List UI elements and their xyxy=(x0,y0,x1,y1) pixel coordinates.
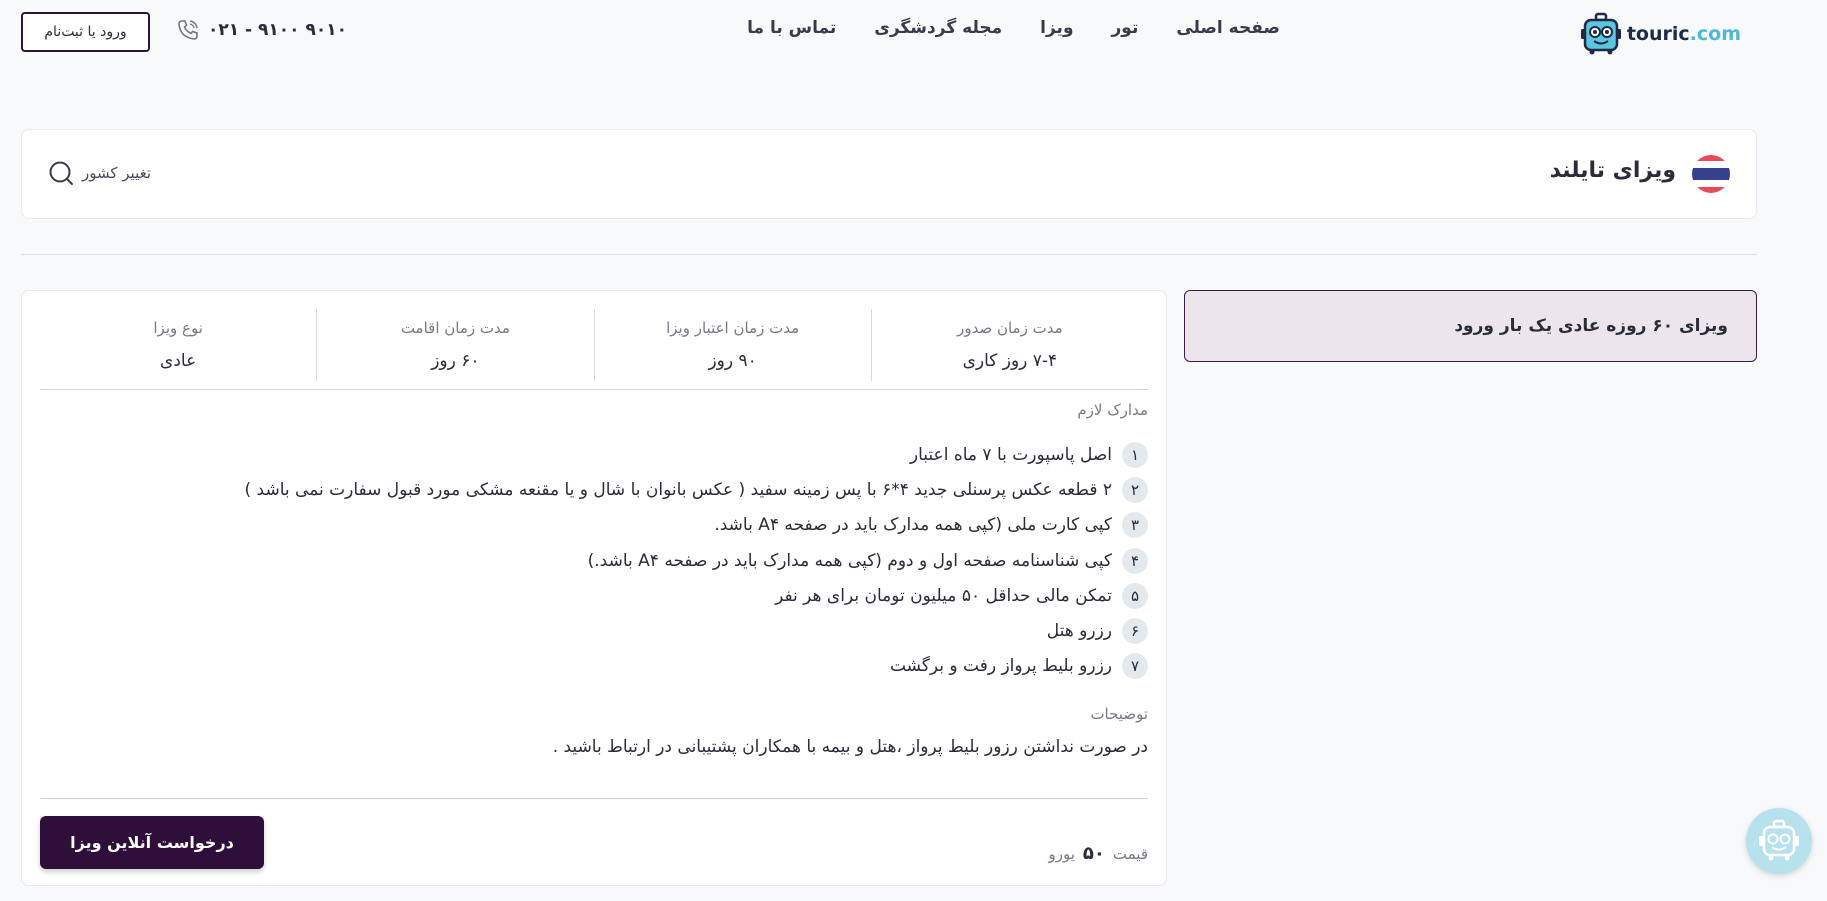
list-item: ۱ اصل پاسپورت با ۷ ماه اعتبار xyxy=(245,437,1148,472)
documents-heading: مدارک لازم xyxy=(1077,401,1148,419)
list-item: ۳ کپی کارت ملی (کپی همه مدارک باید در صفح… xyxy=(245,508,1148,543)
card-divider xyxy=(40,389,1148,390)
stat-stay-duration: مدت زمان اقامت ۶۰ روز xyxy=(317,309,595,381)
change-country-button[interactable]: تغییر کشور xyxy=(48,160,151,186)
item-text: رزرو هتل xyxy=(1046,621,1112,642)
stat-issue-time: مدت زمان صدور ۷-۴ روز کاری xyxy=(872,309,1148,381)
stat-value: عادی xyxy=(160,351,197,371)
item-number: ۲ xyxy=(1122,476,1148,503)
nav-magazine[interactable]: مجله گردشگری xyxy=(874,18,1002,38)
list-item: ۶ رزرو هتل xyxy=(245,613,1148,648)
thailand-flag-icon xyxy=(1692,155,1730,193)
site-header: touric.com صفحه اصلی تور ویزا مجله گردشگ… xyxy=(0,0,1827,66)
stat-visa-type: نوع ویزا عادی xyxy=(40,309,318,381)
item-text: رزرو بلیط پرواز رفت و برگشت xyxy=(889,656,1112,677)
item-number: ۵ xyxy=(1122,582,1148,609)
notes-heading: توضیحات xyxy=(1090,705,1148,723)
nav-contact[interactable]: تماس با ما xyxy=(747,18,836,38)
item-number: ۴ xyxy=(1122,547,1148,574)
notes-text: در صورت نداشتن رزور بلیط پرواز ،هتل و بی… xyxy=(552,737,1148,757)
price-unit: یورو xyxy=(1048,844,1075,863)
price-label: قیمت xyxy=(1112,844,1148,863)
online-visa-request-button[interactable]: درخواست آنلاین ویزا xyxy=(40,816,264,869)
change-country-label: تغییر کشور xyxy=(82,164,152,182)
item-number: ۱ xyxy=(1122,441,1148,468)
search-icon xyxy=(49,161,73,185)
phone-number-text: ۰۲۱ - ۹۱۰۰ ۹۰۱۰ xyxy=(208,20,347,40)
visa-details-card: مدت زمان صدور ۷-۴ روز کاری مدت زمان اعتب… xyxy=(21,290,1167,886)
page-title: ویزای تایلند xyxy=(1549,158,1676,183)
stat-value: ۷-۴ روز کاری xyxy=(962,351,1058,371)
phone-number[interactable]: ۰۲۱ - ۹۱۰۰ ۹۰۱۰ xyxy=(176,18,347,42)
list-item: ۵ تمکن مالی حداقل ۵۰ میلیون تومان برای هر… xyxy=(245,578,1148,613)
item-number: ۷ xyxy=(1122,653,1148,680)
stat-validity: مدت زمان اعتبار ویزا ۹۰ روز xyxy=(595,309,872,381)
visa-stats: مدت زمان صدور ۷-۴ روز کاری مدت زمان اعتب… xyxy=(40,309,1148,381)
section-divider xyxy=(21,254,1757,255)
card-divider xyxy=(40,798,1148,799)
price-display: قیمت ۵۰ یورو xyxy=(1048,843,1148,864)
stat-label: نوع ویزا xyxy=(153,319,203,337)
item-text: ۲ قطعه عکس پرسنلی جدید ۴*۶ با پس زمینه س… xyxy=(244,479,1112,500)
item-text: اصل پاسپورت با ۷ ماه اعتبار xyxy=(909,444,1112,465)
nav-visa[interactable]: ویزا xyxy=(1040,18,1073,38)
phone-icon xyxy=(178,20,198,40)
stat-label: مدت زمان اقامت xyxy=(400,319,510,337)
item-text: تمکن مالی حداقل ۵۰ میلیون تومان برای هر … xyxy=(775,585,1112,606)
login-register-button[interactable]: ورود یا ثبت‌نام xyxy=(21,12,150,52)
list-item: ۴ کپی شناسنامه صفحه اول و دوم (کپی همه مد… xyxy=(245,543,1148,578)
documents-list: ۱ اصل پاسپورت با ۷ ماه اعتبار ۲ ۲ قطعه عکس… xyxy=(245,437,1148,684)
price-value: ۵۰ xyxy=(1082,843,1105,864)
nav-tour[interactable]: تور xyxy=(1112,18,1139,38)
stat-label: مدت زمان اعتبار ویزا xyxy=(666,319,800,337)
stat-value: ۹۰ روز xyxy=(708,351,757,371)
item-text: کپی کارت ملی (کپی همه مدارک باید در صفحه… xyxy=(714,515,1112,536)
item-text: کپی شناسنامه صفحه اول و دوم (کپی همه مدا… xyxy=(587,550,1112,571)
item-number: ۳ xyxy=(1122,512,1148,539)
country-bar: ویزای تایلند تغییر کشور xyxy=(21,129,1757,219)
support-robot-icon xyxy=(1759,819,1799,861)
list-item: ۲ ۲ قطعه عکس پرسنلی جدید ۴*۶ با پس زمینه … xyxy=(245,472,1148,507)
visa-type-tab[interactable]: ویزای ۶۰ روزه عادی یک بار ورود xyxy=(1184,290,1757,362)
stat-label: مدت زمان صدور xyxy=(957,319,1063,337)
support-chat-button[interactable] xyxy=(1746,808,1812,874)
list-item: ۷ رزرو بلیط پرواز رفت و برگشت xyxy=(245,649,1148,684)
item-number: ۶ xyxy=(1122,618,1148,645)
stat-value: ۶۰ روز xyxy=(431,351,480,371)
nav-home[interactable]: صفحه اصلی xyxy=(1176,18,1280,38)
